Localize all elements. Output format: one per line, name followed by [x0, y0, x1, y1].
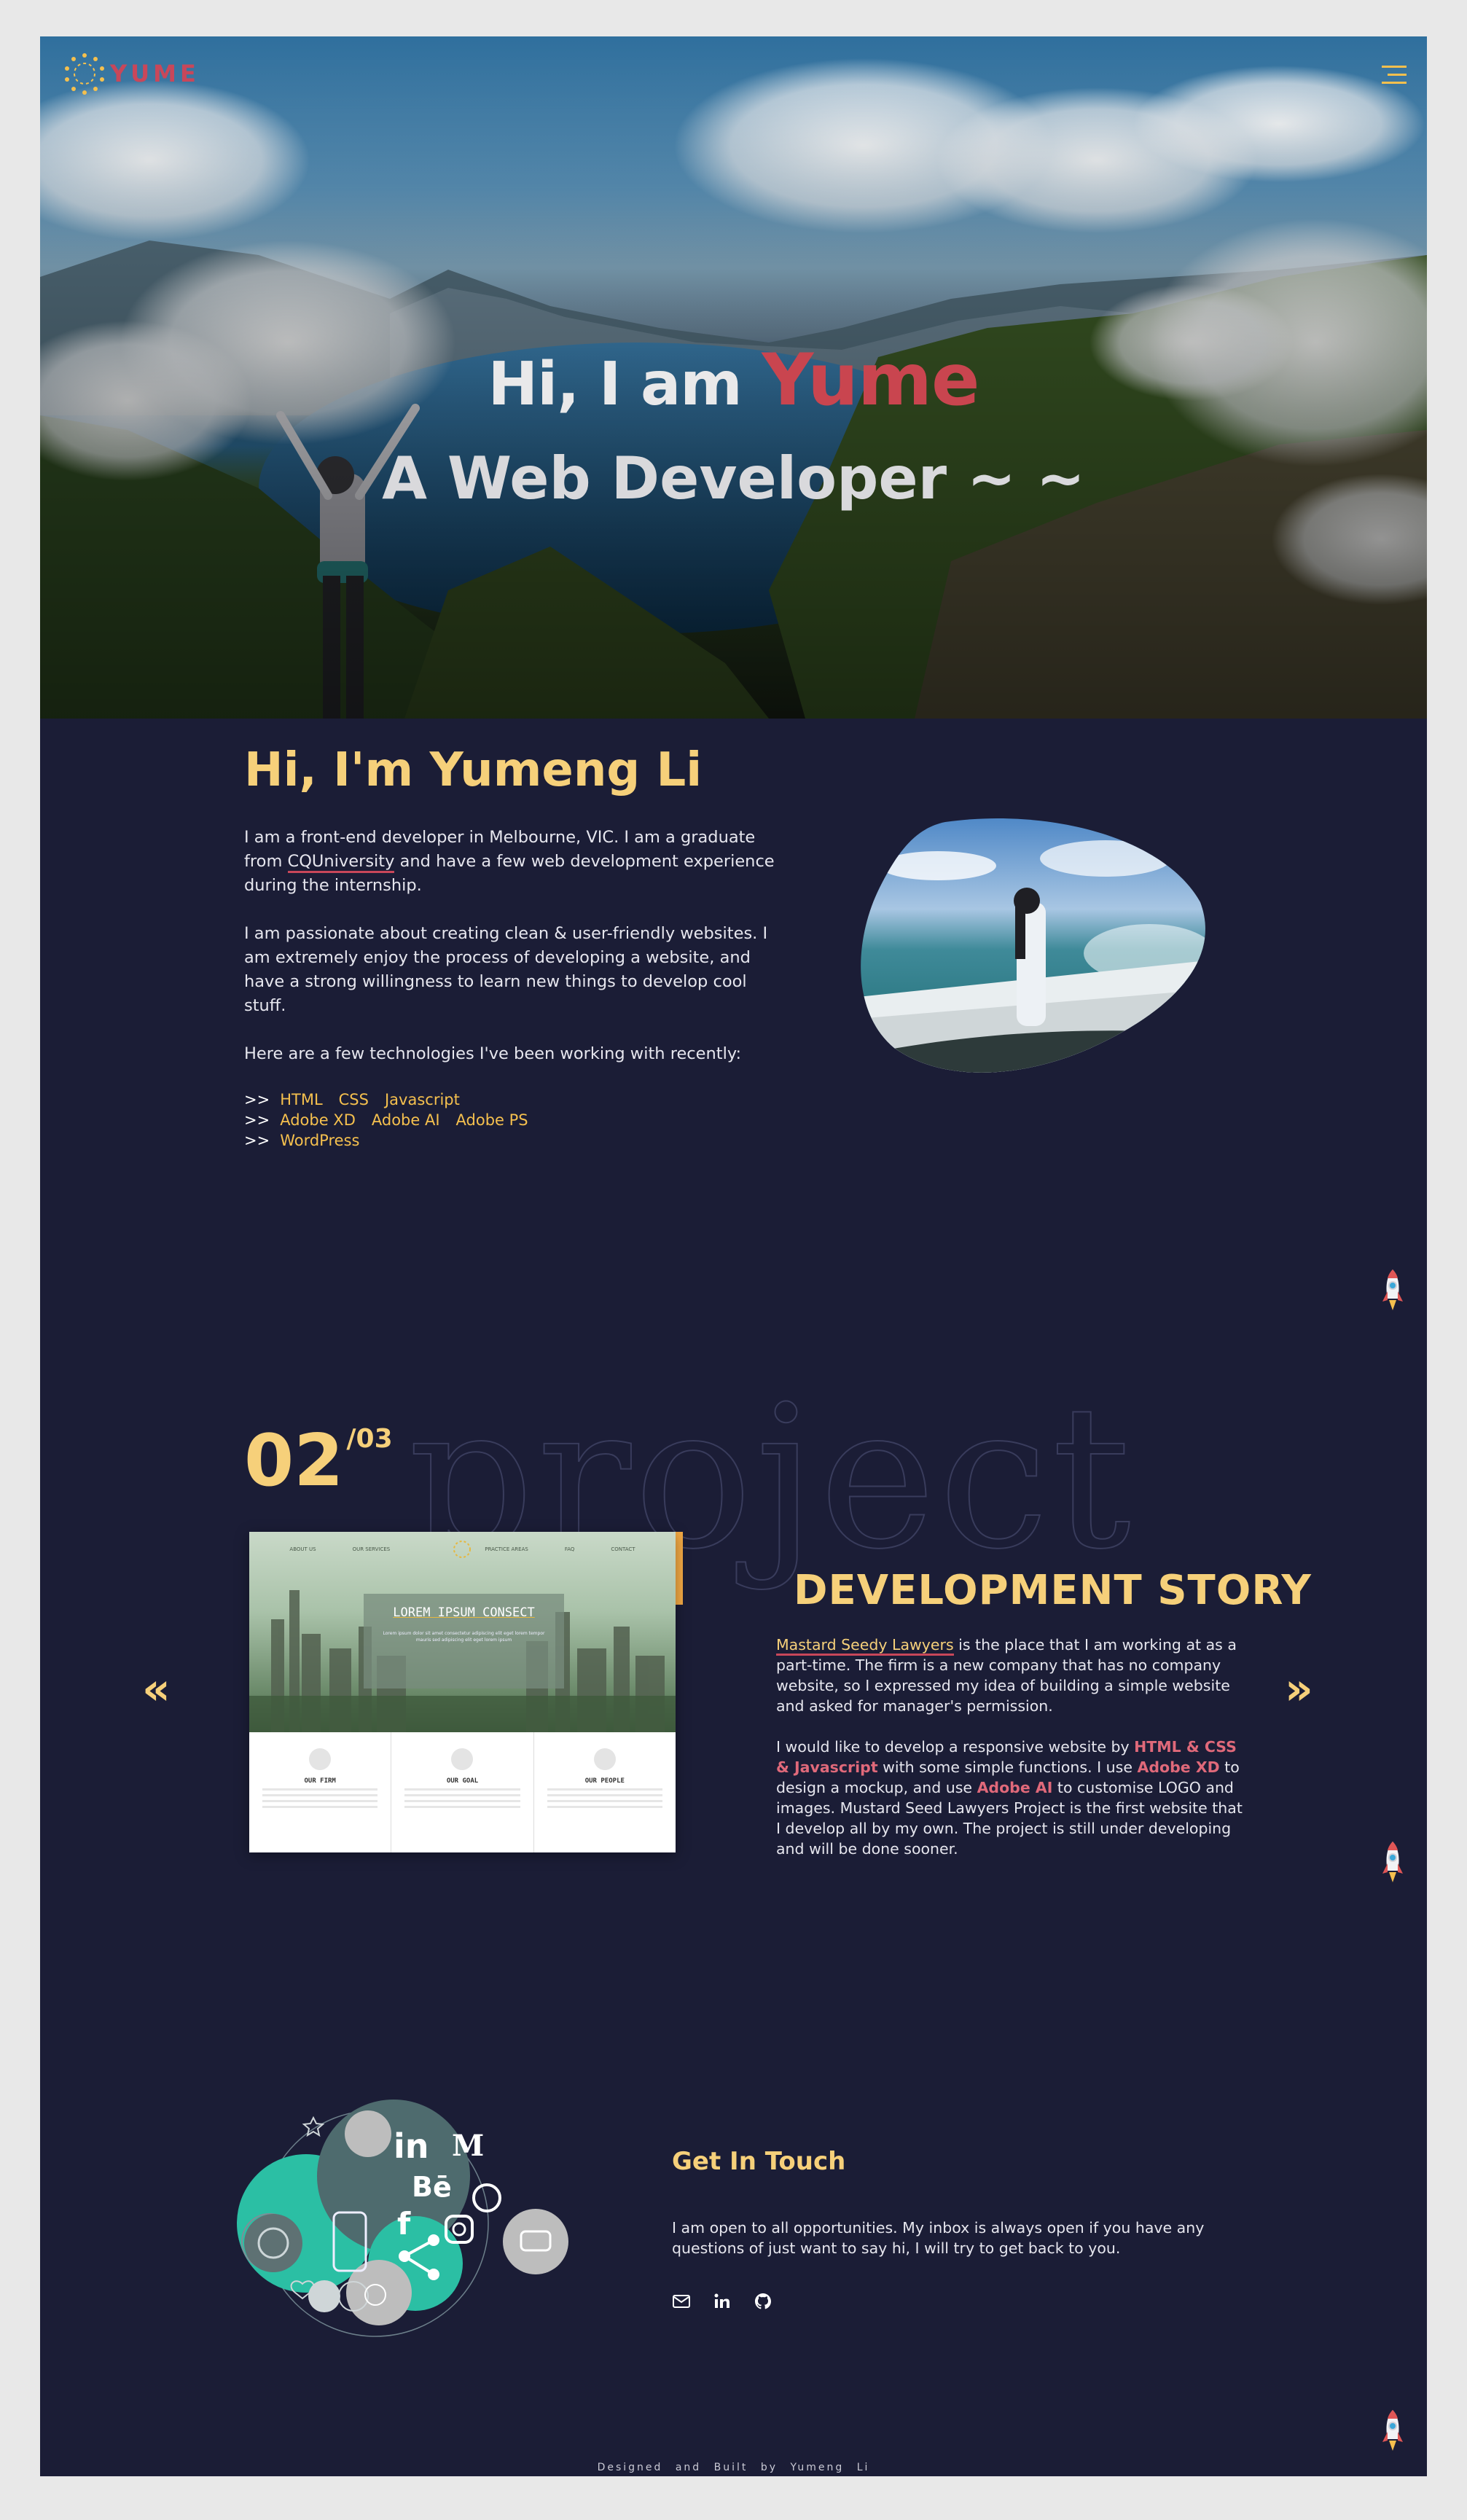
screenshot-nav-item: CONTACT — [611, 1546, 635, 1552]
tech-item: Adobe PS — [455, 1111, 528, 1129]
prev-project-button[interactable]: « — [142, 1667, 171, 1711]
art-label: M — [452, 2129, 484, 2163]
email-icon[interactable] — [672, 2292, 691, 2311]
list-arrow-icon: >> — [244, 1091, 270, 1108]
tech-row: >> HTML CSS Javascript — [244, 1089, 528, 1110]
contact-icons — [672, 2292, 772, 2311]
screenshot-column: OUR PEOPLE — [534, 1732, 676, 1852]
project-counter: 02/03 — [244, 1420, 393, 1503]
hero-greeting-text: Hi, I am — [488, 350, 762, 419]
site-logo[interactable]: YUME — [62, 51, 200, 96]
tech-item: HTML — [280, 1091, 323, 1108]
screenshot-column-label: OUR FIRM — [304, 1777, 336, 1785]
page: YUME Hi, I am Yume A Web Developer ~ ~ H… — [40, 36, 1427, 2476]
screenshot-column-label: OUR GOAL — [446, 1777, 479, 1785]
screenshot-nav: ABOUT US OUR SERVICES PRACTICE AREAS FAQ… — [249, 1546, 676, 1552]
tech-item: Javascript — [384, 1091, 460, 1108]
hero-section: YUME Hi, I am Yume A Web Developer ~ ~ — [40, 36, 1427, 719]
hamburger-icon[interactable] — [1382, 66, 1407, 87]
sun-logo-icon — [62, 51, 107, 96]
tech-item: WordPress — [280, 1132, 360, 1149]
cquniversity-link[interactable]: CQUniversity — [287, 852, 395, 873]
about-paragraph-2: I am passionate about creating clean & u… — [244, 924, 768, 1015]
shield-icon — [309, 1748, 332, 1770]
next-project-button[interactable]: » — [1285, 1667, 1313, 1711]
hero-subtitle: A Web Developer ~ ~ — [382, 445, 1085, 512]
tech-list: >> HTML CSS Javascript >> Adobe XD Adobe… — [244, 1089, 528, 1151]
screenshot-column-label: OUR PEOPLE — [584, 1777, 625, 1785]
about-paragraph-3: Here are a few technologies I've been wo… — [244, 1044, 742, 1063]
logo-text: YUME — [110, 60, 200, 87]
highlight-tech: Adobe AI — [977, 1779, 1053, 1796]
dev-p2-text: with some simple functions. I use — [877, 1758, 1138, 1776]
rocket-icon[interactable] — [1380, 2409, 1405, 2454]
dev-paragraph-1: Mastard Seedy Lawyers is the place that … — [776, 1635, 1244, 1716]
rocket-icon[interactable] — [1380, 1268, 1405, 1313]
highlight-tech: Adobe XD — [1137, 1758, 1220, 1776]
mustard-seed-link[interactable]: Mastard Seedy Lawyers — [776, 1636, 954, 1656]
project-screenshot[interactable]: ABOUT US OUR SERVICES PRACTICE AREAS FAQ… — [249, 1532, 676, 1852]
dev-p2-text: I would like to develop a responsive web… — [776, 1738, 1135, 1756]
screenshot-accent-bar — [676, 1532, 683, 1605]
contact-title: Get In Touch — [672, 2147, 846, 2176]
screenshot-columns: OUR FIRM OUR GOAL OUR PEOPLE — [249, 1732, 676, 1852]
tech-item: Adobe AI — [371, 1111, 440, 1129]
screenshot-nav-item: PRACTICE AREAS — [485, 1546, 528, 1552]
tech-row: >> Adobe XD Adobe AI Adobe PS — [244, 1110, 528, 1130]
tech-row: >> WordPress — [244, 1130, 528, 1151]
screenshot-hero: ABOUT US OUR SERVICES PRACTICE AREAS FAQ… — [249, 1532, 676, 1732]
screenshot-nav-item: ABOUT US — [289, 1546, 316, 1552]
about-text: I am a front-end developer in Melbourne,… — [244, 826, 787, 1090]
social-media-illustration: in M Bē f — [237, 2100, 568, 2337]
screenshot-hero-box: LOREM IPSUM CONSECT Lorem ipsum dolor si… — [364, 1594, 564, 1689]
project-total: /03 — [346, 1424, 393, 1454]
contact-text: I am open to all opportunities. My inbox… — [672, 2219, 1205, 2257]
footer-credit: Designed and Built by Yumeng Li — [597, 2462, 870, 2473]
rocket-icon[interactable] — [1380, 1840, 1405, 1885]
about-paragraph-1: I am a front-end developer in Melbourne,… — [244, 826, 787, 898]
hero-greeting: Hi, I am Yume — [40, 339, 1427, 422]
dev-paragraph-2: I would like to develop a responsive web… — [776, 1737, 1244, 1859]
gavel-icon — [593, 1748, 616, 1770]
art-label: f — [397, 2206, 411, 2242]
github-icon[interactable] — [754, 2292, 772, 2311]
screenshot-column: OUR FIRM — [249, 1732, 392, 1852]
profile-photo — [861, 818, 1205, 1073]
screenshot-nav-item: OUR SERVICES — [352, 1546, 391, 1552]
about-title: Hi, I'm Yumeng Li — [244, 743, 703, 797]
project-current: 02 — [244, 1420, 344, 1503]
art-label: in — [394, 2126, 429, 2166]
tech-item: CSS — [338, 1091, 369, 1108]
target-icon — [451, 1748, 474, 1770]
tech-item: Adobe XD — [280, 1111, 356, 1129]
screenshot-subtitle: Lorem ipsum dolor sit amet consectetur a… — [383, 1631, 545, 1643]
development-story-text: Mastard Seedy Lawyers is the place that … — [776, 1635, 1244, 1879]
list-arrow-icon: >> — [244, 1132, 270, 1149]
linkedin-icon[interactable] — [713, 2292, 732, 2311]
art-label: Bē — [412, 2171, 452, 2203]
list-arrow-icon: >> — [244, 1111, 270, 1129]
development-story-title: DEVELOPMENT STORY — [794, 1567, 1312, 1614]
hero-name: Yume — [762, 339, 979, 422]
screenshot-title: LOREM IPSUM CONSECT — [393, 1605, 535, 1620]
screenshot-column: OUR GOAL — [391, 1732, 534, 1852]
screenshot-nav-item: FAQ — [564, 1546, 575, 1552]
